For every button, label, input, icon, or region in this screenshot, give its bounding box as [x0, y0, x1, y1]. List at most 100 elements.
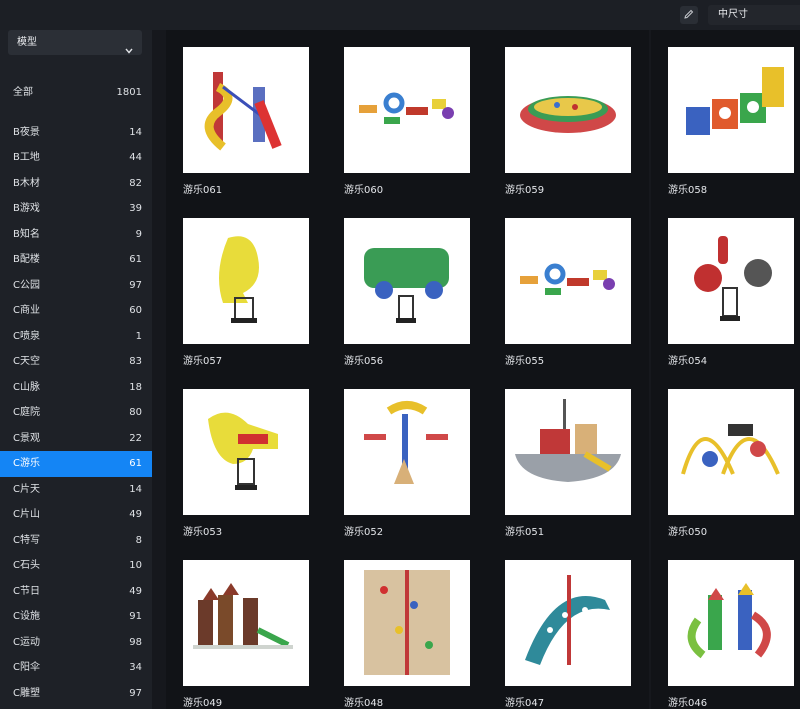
edit-button[interactable] [680, 6, 698, 24]
spinning-seat-icon [344, 389, 470, 515]
category-label: C景观 [13, 432, 40, 444]
category-count: 44 [129, 152, 142, 163]
category-item[interactable]: B工地 44 [0, 145, 152, 171]
foam-blocks-icon [505, 218, 631, 344]
asset-card[interactable]: 游乐047 [488, 543, 649, 709]
category-count: 60 [129, 305, 142, 316]
category-item[interactable]: C节日 49 [0, 579, 152, 605]
sidebar: 模型 全部 1801 B夜景 14 B工地 44 B木材 82 B游戏 39 B知名 9 B配楼 61… [0, 30, 152, 709]
category-count: 9 [135, 228, 142, 240]
asset-card-label: 游乐061 [183, 185, 223, 196]
asset-card-label: 游乐058 [668, 185, 708, 196]
category-count: 22 [129, 432, 142, 444]
category-item[interactable]: B配楼 61 [0, 247, 152, 273]
asset-card[interactable]: 游乐060 [327, 30, 488, 201]
asset-card[interactable]: 游乐059 [488, 30, 649, 201]
ball-pit-icon [505, 47, 631, 173]
asset-card[interactable]: 游乐057 [166, 201, 327, 372]
category-count: 80 [129, 407, 142, 418]
category-item[interactable]: C石头 10 [0, 553, 152, 579]
asset-card[interactable]: 游乐049 [166, 543, 327, 709]
category-count: 49 [129, 585, 142, 597]
category-label: B工地 [13, 152, 40, 163]
category-item[interactable]: C片天 14 [0, 477, 152, 503]
category-label: C石头 [13, 560, 40, 571]
category-count: 61 [129, 254, 142, 265]
category-item[interactable]: 全部 1801 [0, 80, 152, 106]
asset-card-label: 游乐053 [183, 527, 223, 538]
category-label: C节日 [13, 585, 40, 597]
category-item[interactable]: C雕塑 97 [0, 681, 152, 707]
category-label: C设施 [13, 611, 40, 622]
asset-card[interactable]: 游乐051 [488, 372, 649, 543]
category-item[interactable]: B夜景 14 [0, 120, 152, 146]
category-item[interactable]: C喷泉 1 [0, 324, 152, 350]
category-item[interactable]: C商业 60 [0, 298, 152, 324]
category-count: 82 [129, 177, 142, 189]
asset-grid: 游乐061 游乐060 游乐059 游乐058 游乐057 游乐056 游乐055 游乐054… [166, 30, 800, 709]
asset-card[interactable]: 游乐052 [327, 372, 488, 543]
asset-card[interactable]: 游乐050 [651, 372, 800, 543]
category-count: 97 [129, 279, 142, 291]
category-label: C游乐 [13, 458, 40, 469]
category-count: 98 [129, 636, 142, 648]
category-label: B配楼 [13, 254, 40, 265]
category-label: C公园 [13, 279, 40, 291]
category-item[interactable]: C天空 83 [0, 349, 152, 375]
model-type-select[interactable]: 模型 [8, 30, 142, 55]
asset-card[interactable]: 游乐056 [327, 201, 488, 372]
asset-card[interactable]: 游乐061 [166, 30, 327, 201]
category-label: 全部 [13, 87, 33, 98]
playground-complex-icon [183, 560, 309, 686]
asset-card[interactable]: 游乐053 [166, 372, 327, 543]
asset-card-label: 游乐059 [505, 185, 545, 196]
horse-spring-rider-icon [183, 389, 309, 515]
asset-card[interactable]: 游乐046 [651, 543, 800, 709]
asset-card[interactable]: 游乐048 [327, 543, 488, 709]
category-item[interactable]: B游戏 39 [0, 196, 152, 222]
asset-card[interactable]: 游乐055 [488, 201, 649, 372]
category-item[interactable]: B知名 9 [0, 222, 152, 248]
category-label: C特写 [13, 534, 40, 546]
asset-card-label: 游乐049 [183, 698, 223, 709]
category-label: C喷泉 [13, 330, 40, 342]
asset-card-label: 游乐057 [183, 356, 223, 367]
category-item[interactable]: C山脉 18 [0, 375, 152, 401]
category-item[interactable]: B木材 82 [0, 171, 152, 197]
category-item[interactable]: C公园 97 [0, 273, 152, 299]
category-item[interactable]: C庭院 80 [0, 400, 152, 426]
category-item[interactable]: C设施 91 [0, 604, 152, 630]
pirate-ship-icon [505, 389, 631, 515]
asset-card-label: 游乐060 [344, 185, 384, 196]
category-item[interactable]: C运动 98 [0, 630, 152, 656]
curved-climber-icon [505, 560, 631, 686]
category-label: C运动 [13, 636, 40, 648]
category-label: B木材 [13, 177, 40, 189]
asset-card-label: 游乐048 [344, 698, 384, 709]
asset-card-label: 游乐051 [505, 527, 545, 538]
category-item[interactable]: C景观 22 [0, 426, 152, 452]
size-select[interactable]: 中尺寸 [708, 5, 800, 25]
asset-card[interactable]: 游乐054 [651, 201, 800, 372]
pencil-icon [684, 9, 694, 22]
category-count: 1801 [116, 87, 142, 98]
category-item[interactable]: C阳伞 34 [0, 655, 152, 681]
category-count: 34 [129, 662, 142, 673]
category-label: C商业 [13, 305, 40, 316]
category-count: 8 [135, 534, 142, 546]
category-label: C阳伞 [13, 662, 40, 673]
category-item[interactable]: C游乐 61 [0, 451, 152, 477]
motorbike-spring-rider-icon [668, 218, 794, 344]
category-count: 61 [129, 458, 142, 469]
category-item[interactable]: C片山 49 [0, 502, 152, 528]
category-label: B知名 [13, 228, 40, 240]
asset-card[interactable]: 游乐058 [651, 30, 800, 201]
asset-card-label: 游乐046 [668, 698, 708, 709]
asset-card-label: 游乐056 [344, 356, 384, 367]
asset-card-label: 游乐047 [505, 698, 545, 709]
climbing-arch-icon [668, 389, 794, 515]
car-spring-rider-icon [344, 218, 470, 344]
category-label: C庭院 [13, 407, 40, 418]
category-item[interactable]: C特写 8 [0, 528, 152, 554]
category-count: 49 [129, 509, 142, 520]
